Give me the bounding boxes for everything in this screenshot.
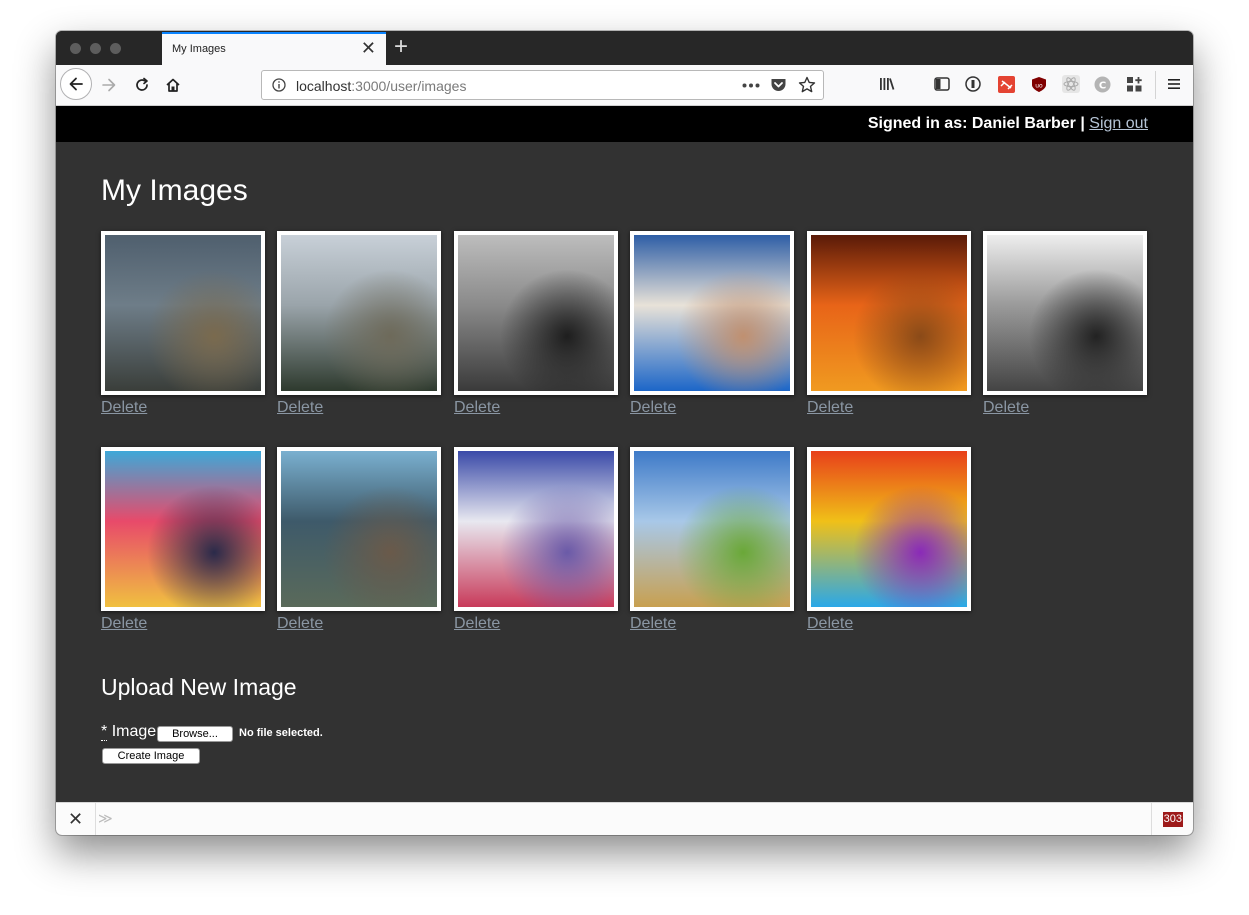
image-thumbnail[interactable] xyxy=(101,231,265,395)
url-path: :3000/user/images xyxy=(351,78,467,94)
delete-image-link[interactable]: Delete xyxy=(101,615,147,633)
forward-button[interactable] xyxy=(98,75,120,95)
toolbar-separator xyxy=(1155,71,1156,99)
tab-strip: My Images ✕ + xyxy=(56,31,1193,65)
image-thumbnail[interactable] xyxy=(454,231,618,395)
extension-c-icon[interactable]: C xyxy=(1093,75,1111,93)
required-marker: * xyxy=(101,723,108,741)
minimize-window-dot[interactable] xyxy=(90,43,101,54)
no-file-selected-text: No file selected. xyxy=(239,727,323,739)
delete-image-link[interactable]: Delete xyxy=(807,615,853,633)
delete-image-link[interactable]: Delete xyxy=(277,615,323,633)
home-icon xyxy=(166,78,180,92)
image-preview[interactable] xyxy=(281,235,437,391)
bar-separator-right xyxy=(1151,803,1152,835)
bottom-bar: ✕ ≫ 303 xyxy=(56,802,1193,835)
image-thumbnail[interactable] xyxy=(630,447,794,611)
sign-out-link[interactable]: Sign out xyxy=(1089,115,1148,132)
url-host: localhost xyxy=(296,78,352,94)
pocket-icon[interactable] xyxy=(770,77,787,93)
delete-image-link[interactable]: Delete xyxy=(807,399,853,417)
lastpass-icon[interactable] xyxy=(964,75,982,93)
sidebar-icon[interactable] xyxy=(933,75,951,93)
delete-image-link[interactable]: Delete xyxy=(630,399,676,417)
signed-in-status: Signed in as: Daniel Barber | Sign out xyxy=(868,115,1148,133)
react-devtools-icon[interactable] xyxy=(1062,75,1080,93)
create-image-button[interactable]: Create Image xyxy=(102,748,200,764)
delete-image-link[interactable]: Delete xyxy=(277,399,323,417)
image-preview[interactable] xyxy=(458,451,614,607)
delete-image-link[interactable]: Delete xyxy=(983,399,1029,417)
image-thumbnail[interactable] xyxy=(807,447,971,611)
ublock-origin-icon[interactable]: uo xyxy=(1030,75,1048,93)
delete-image-link[interactable]: Delete xyxy=(630,615,676,633)
navigation-bar: localhost:3000/user/images uo C xyxy=(56,65,1193,106)
close-window-dot[interactable] xyxy=(70,43,81,54)
image-preview[interactable] xyxy=(634,451,790,607)
image-preview[interactable] xyxy=(105,451,261,607)
image-preview[interactable] xyxy=(987,235,1143,391)
reload-icon xyxy=(136,77,148,91)
info-icon[interactable] xyxy=(272,78,286,92)
tab-my-images[interactable]: My Images ✕ xyxy=(162,32,386,65)
image-label-text: Image xyxy=(111,723,157,740)
browser-window: My Images ✕ + localhost:3000/user/images… xyxy=(56,31,1193,835)
svg-text:uo: uo xyxy=(1035,82,1043,89)
image-preview[interactable] xyxy=(811,235,967,391)
delete-image-link[interactable]: Delete xyxy=(454,615,500,633)
back-button[interactable] xyxy=(60,68,92,100)
delete-image-link[interactable]: Delete xyxy=(101,399,147,417)
library-icon[interactable] xyxy=(878,75,896,93)
page-actions-icon[interactable] xyxy=(742,83,760,88)
forward-arrow-icon xyxy=(102,78,116,92)
close-bar-icon[interactable]: ✕ xyxy=(68,809,83,830)
bookmark-star-icon[interactable] xyxy=(798,76,816,94)
tab-title: My Images xyxy=(172,43,226,55)
image-thumbnail[interactable] xyxy=(630,231,794,395)
home-button[interactable] xyxy=(163,75,183,95)
image-preview[interactable] xyxy=(811,451,967,607)
zoom-window-dot[interactable] xyxy=(110,43,121,54)
todoist-icon[interactable] xyxy=(997,75,1015,93)
svg-text:C: C xyxy=(1098,80,1105,91)
tab-close-icon[interactable]: ✕ xyxy=(361,39,376,57)
upload-heading: Upload New Image xyxy=(101,674,297,700)
account-bar: Signed in as: Daniel Barber | Sign out xyxy=(56,106,1193,142)
image-preview[interactable] xyxy=(281,451,437,607)
back-arrow-icon xyxy=(69,77,83,91)
signed-in-text: Signed in as: Daniel Barber | xyxy=(867,115,1085,132)
image-thumbnail[interactable] xyxy=(807,231,971,395)
status-code-badge: 303 xyxy=(1162,812,1183,827)
image-field-label: * Image xyxy=(101,723,156,741)
new-tab-icon[interactable]: + xyxy=(394,35,408,59)
image-thumbnail[interactable] xyxy=(983,231,1147,395)
image-preview[interactable] xyxy=(634,235,790,391)
image-preview[interactable] xyxy=(105,235,261,391)
image-thumbnail[interactable] xyxy=(277,231,441,395)
menu-hamburger-icon[interactable] xyxy=(1165,75,1183,93)
image-thumbnail[interactable] xyxy=(454,447,618,611)
url-bar[interactable]: localhost:3000/user/images xyxy=(261,70,824,100)
page-content: Signed in as: Daniel Barber | Sign out M… xyxy=(56,106,1193,802)
image-thumbnail[interactable] xyxy=(101,447,265,611)
chevron-right-icon[interactable]: ≫ xyxy=(98,810,113,827)
image-thumbnail[interactable] xyxy=(277,447,441,611)
page-title: My Images xyxy=(101,174,248,207)
reload-button[interactable] xyxy=(132,75,152,95)
url-text[interactable]: localhost:3000/user/images xyxy=(296,78,466,94)
extensions-grid-icon[interactable] xyxy=(1125,75,1143,93)
delete-image-link[interactable]: Delete xyxy=(454,399,500,417)
image-preview[interactable] xyxy=(458,235,614,391)
browse-button[interactable]: Browse... xyxy=(157,726,233,742)
bar-separator xyxy=(95,803,96,835)
